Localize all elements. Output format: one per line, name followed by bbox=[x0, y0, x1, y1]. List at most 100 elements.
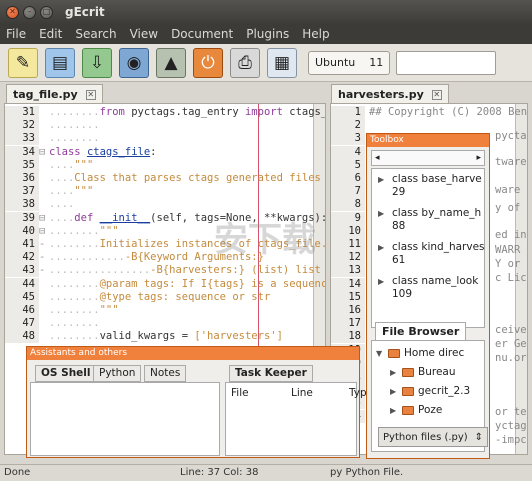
menu-document[interactable]: Document bbox=[171, 27, 233, 41]
code-line[interactable]: 46 ........""" bbox=[5, 304, 119, 317]
fold-marker[interactable]: - bbox=[39, 264, 49, 277]
maximize-button[interactable]: □ bbox=[40, 5, 53, 19]
column-type[interactable]: Typ bbox=[349, 387, 367, 399]
column-file[interactable]: File bbox=[231, 387, 249, 399]
toolbox-symbol-item[interactable]: ▶ class name_look 109 bbox=[378, 275, 488, 301]
fold-marker[interactable]: - bbox=[39, 251, 49, 264]
right-arrow-icon[interactable]: ▸ bbox=[476, 153, 481, 163]
minimize-button[interactable]: – bbox=[23, 5, 36, 19]
line-number: 48 bbox=[5, 330, 39, 344]
close-tab-icon[interactable]: ✕ bbox=[85, 89, 96, 100]
file-browser-item[interactable]: ▶ Poze bbox=[390, 402, 442, 418]
toolbox-symbol-item[interactable]: ▶ class by_name_h 88 bbox=[378, 207, 488, 233]
toolbox-nav[interactable]: ◂ ▸ bbox=[371, 150, 485, 166]
code-line[interactable]: 48 ........valid_kwargs = ['harvesters'] bbox=[5, 330, 283, 344]
save-document-icon[interactable]: ⇩ bbox=[82, 47, 112, 78]
close-button[interactable]: ✕ bbox=[6, 5, 19, 19]
code-line[interactable]: 2 bbox=[331, 119, 369, 133]
toolbox-symbol-list[interactable]: ▶ class base_harve 29 ▶ class by_name_h 88 ▶ cl… bbox=[371, 168, 485, 328]
code-line[interactable]: 7 bbox=[331, 185, 369, 199]
expand-arrow-icon[interactable]: ▶ bbox=[390, 387, 402, 396]
code-line[interactable]: 36 ....Class that parses ctags generated … bbox=[5, 172, 325, 185]
expand-arrow-icon[interactable]: ▶ bbox=[390, 368, 402, 377]
code-line[interactable]: 45 ........@type tags: sequence or str bbox=[5, 290, 270, 304]
code-text: ....""" bbox=[49, 185, 93, 198]
fold-marker bbox=[39, 119, 49, 132]
code-line[interactable]: 35 ....""" bbox=[5, 158, 93, 172]
folder-icon bbox=[402, 405, 414, 415]
new-document-icon[interactable]: ✎ bbox=[8, 47, 38, 78]
fold-marker[interactable]: ⊟ bbox=[39, 225, 49, 238]
os-shell-area[interactable] bbox=[30, 382, 220, 456]
code-token: """ bbox=[99, 224, 119, 237]
expand-arrow-icon[interactable]: ▶ bbox=[378, 241, 392, 254]
expand-arrow-icon[interactable]: ▶ bbox=[378, 207, 392, 220]
expand-arrow-icon[interactable]: ▶ bbox=[378, 173, 392, 186]
fold-marker[interactable]: ⊟ bbox=[39, 146, 49, 159]
code-line[interactable]: 16 bbox=[331, 304, 369, 317]
web-browser-icon[interactable]: ◉ bbox=[119, 47, 149, 78]
code-line[interactable]: 47........ bbox=[5, 317, 100, 331]
tab-tag-file[interactable]: tag_file.py ✕ bbox=[6, 84, 103, 104]
code-line[interactable]: 32........ bbox=[5, 119, 100, 133]
folder-name: Home direc bbox=[404, 347, 465, 359]
code-line[interactable]: 1 ## Copyright (C) 2008 Ben Sm bbox=[331, 106, 527, 119]
file-filter-select[interactable]: Python files (.py) ⇕ bbox=[378, 427, 488, 447]
fold-marker[interactable]: - bbox=[39, 238, 49, 251]
code-line[interactable]: 38.... bbox=[5, 198, 74, 212]
code-line[interactable]: 44 ........@param tags: If I{tags} is a s… bbox=[5, 277, 325, 291]
code-line[interactable]: 31 ........from pyctags.tag_entry import … bbox=[5, 106, 325, 119]
menu-view[interactable]: View bbox=[130, 27, 158, 41]
left-arrow-icon[interactable]: ◂ bbox=[375, 153, 380, 163]
code-line[interactable]: 18 bbox=[331, 330, 369, 344]
symbol-line: 109 bbox=[392, 288, 413, 300]
code-line[interactable]: 4 bbox=[331, 145, 369, 159]
quit-icon[interactable]: ⏻ bbox=[193, 47, 223, 78]
print-icon[interactable]: ⎙ bbox=[230, 47, 260, 78]
code-line[interactable]: 40 ⊟ ........""" bbox=[5, 224, 119, 238]
file-browser-item[interactable]: ▶ Bureau bbox=[390, 364, 456, 380]
file-browser-tree[interactable]: Python files (.py) ⇕ ▼ Home direc ▶ Bureau ▶… bbox=[371, 340, 488, 452]
tab-python[interactable]: Python bbox=[93, 365, 142, 382]
menu-help[interactable]: Help bbox=[302, 27, 329, 41]
menu-edit[interactable]: Edit bbox=[39, 27, 62, 41]
code-line[interactable]: 33........ bbox=[5, 132, 100, 146]
open-document-icon[interactable]: ▤ bbox=[45, 47, 75, 78]
toolbar-input[interactable] bbox=[396, 50, 497, 75]
code-line[interactable]: 6 bbox=[331, 172, 369, 185]
expand-arrow-icon[interactable]: ▶ bbox=[390, 406, 402, 415]
code-line[interactable]: 15 bbox=[331, 290, 369, 304]
code-line[interactable]: 17 bbox=[331, 317, 369, 331]
column-line[interactable]: Line bbox=[291, 387, 313, 399]
tab-os-shell[interactable]: OS Shell bbox=[35, 365, 97, 382]
fold-marker[interactable]: ⊟ bbox=[39, 212, 49, 225]
line-number: 6 bbox=[331, 172, 365, 185]
code-line[interactable]: 3 bbox=[331, 132, 369, 146]
tab-notes[interactable]: Notes bbox=[144, 365, 187, 382]
tab-harvesters[interactable]: harvesters.py ✕ bbox=[331, 84, 449, 104]
font-selector[interactable]: Ubuntu 11 bbox=[308, 50, 391, 75]
symbol-name: class kind_harves bbox=[392, 241, 485, 253]
file-browser-item[interactable]: ▶ gecrit_2.3 bbox=[390, 383, 470, 399]
code-line[interactable]: 8 bbox=[331, 198, 369, 212]
close-tab-icon[interactable]: ✕ bbox=[431, 89, 442, 100]
screenshot-icon[interactable]: ▦ bbox=[267, 47, 297, 78]
tab-task-keeper[interactable]: Task Keeper bbox=[229, 365, 313, 382]
code-line[interactable]: 5 bbox=[331, 158, 369, 172]
line-number: 47 bbox=[5, 317, 39, 331]
code-line[interactable]: 37 ....""" bbox=[5, 185, 93, 199]
fold-marker bbox=[39, 185, 49, 198]
menu-file[interactable]: File bbox=[6, 27, 26, 41]
toolbox-symbol-item[interactable]: ▶ class base_harve 29 bbox=[378, 173, 488, 199]
code-token: .... bbox=[49, 185, 75, 198]
tab-file-browser[interactable]: File Browser bbox=[375, 322, 467, 341]
code-line[interactable]: 34 ⊟ class ctags_file: bbox=[5, 145, 156, 159]
menu-plugins[interactable]: Plugins bbox=[246, 27, 289, 41]
image-viewer-icon[interactable]: ▲ bbox=[156, 47, 186, 78]
expand-arrow-icon[interactable]: ▶ bbox=[378, 275, 392, 288]
toolbox-symbol-item[interactable]: ▶ class kind_harves 61 bbox=[378, 241, 488, 267]
menu-search[interactable]: Search bbox=[75, 27, 116, 41]
collapse-arrow-icon[interactable]: ▼ bbox=[376, 349, 388, 358]
file-browser-item[interactable]: ▼ Home direc bbox=[376, 345, 464, 361]
code-line[interactable]: 14 bbox=[331, 277, 369, 291]
